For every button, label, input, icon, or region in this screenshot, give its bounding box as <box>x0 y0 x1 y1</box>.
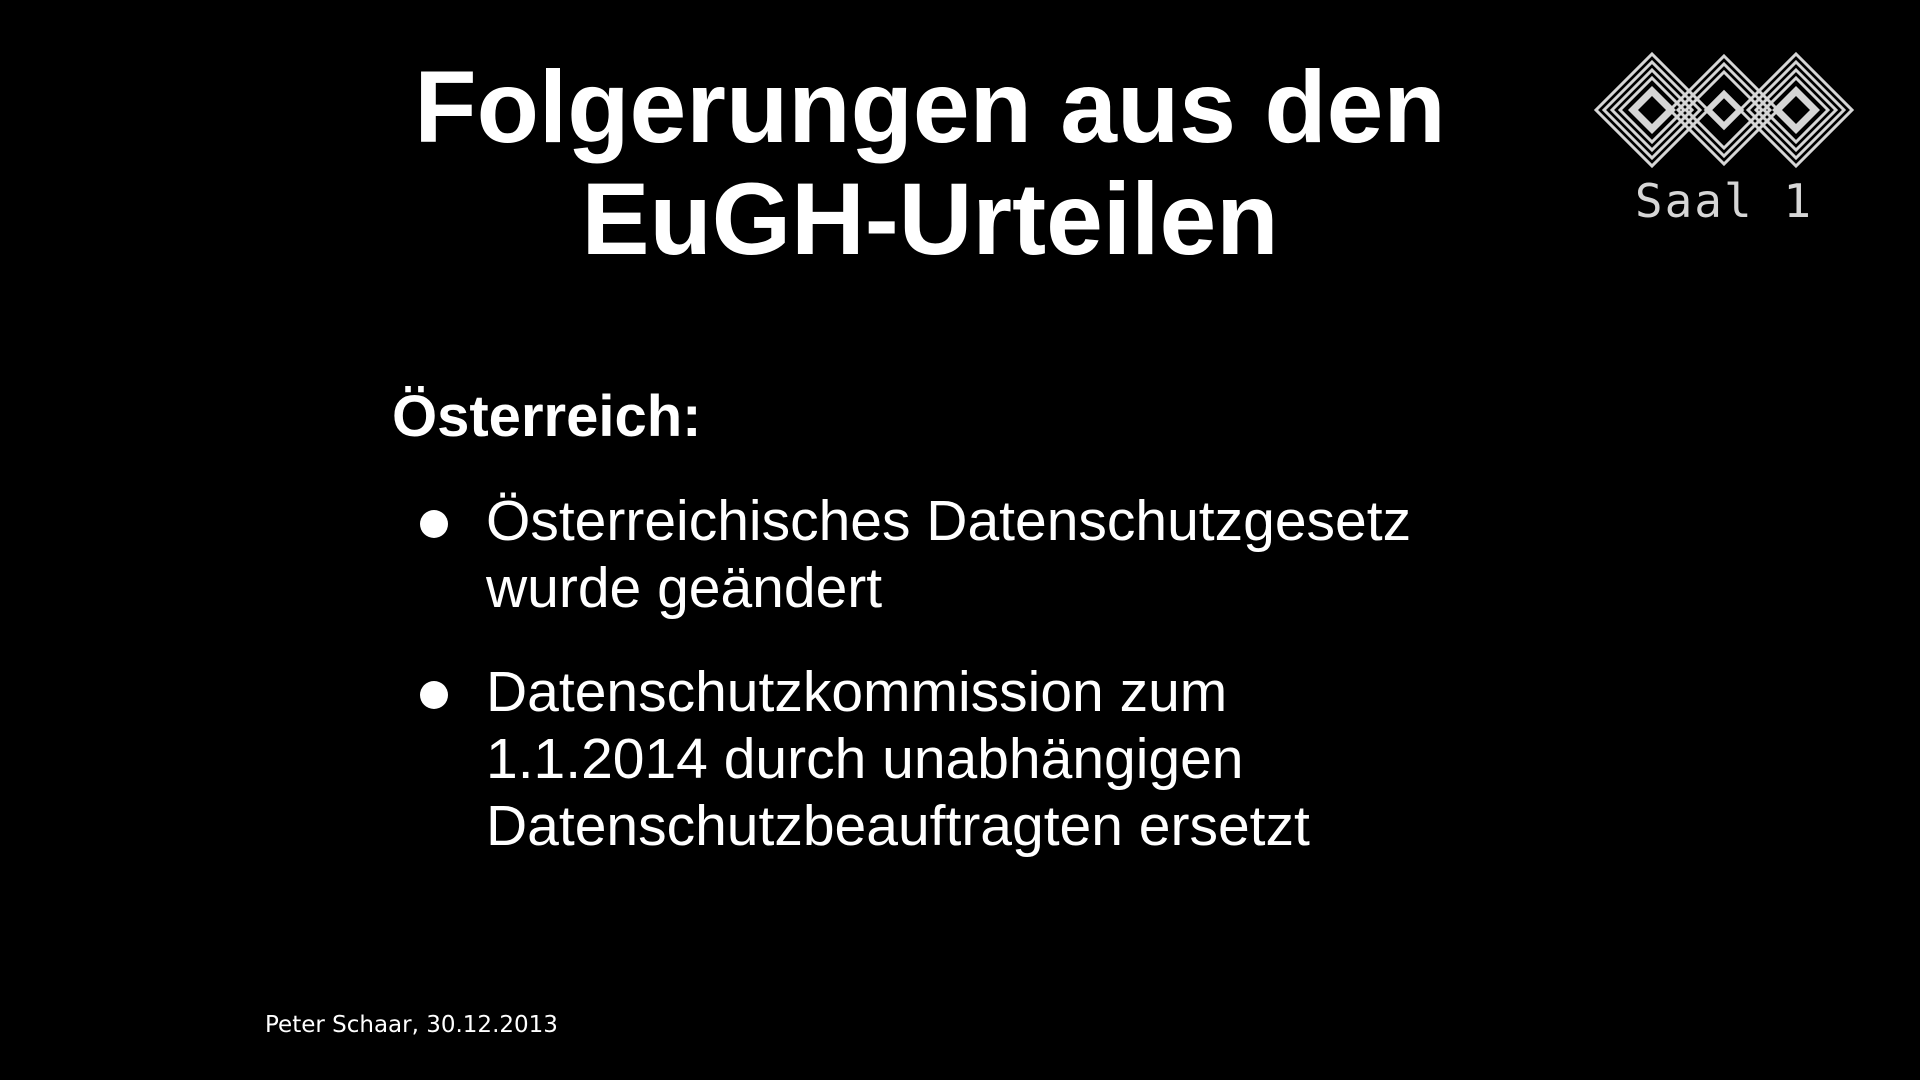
bullet-line: wurde geändert <box>486 556 883 620</box>
slide-footer: Peter Schaar, 30.12.2013 <box>265 1012 558 1038</box>
logo-caption: Saal 1 <box>1634 174 1814 228</box>
bullet-line: Datenschutzkommission zum <box>486 660 1228 724</box>
conference-logo: Saal 1 <box>1592 50 1856 240</box>
bullet-line: Österreichisches Datenschutzgesetz <box>486 489 1412 553</box>
bullet-text: Datenschutzkommission zum 1.1.2014 durch… <box>486 659 1310 860</box>
30c3-logo-icon <box>1593 51 1855 169</box>
bullet-line: 1.1.2014 durch unabhängigen <box>486 727 1244 791</box>
section-heading: Österreich: <box>392 384 702 449</box>
slide: Folgerungen aus den EuGH-Urteilen Saal 1… <box>0 0 1920 1080</box>
bullet-text: Österreichisches Datenschutzgesetz wurde… <box>486 488 1411 622</box>
bullet-dot-icon <box>420 510 448 538</box>
bullet-line: Datenschutzbeauftragten ersetzt <box>486 794 1310 858</box>
bullet-dot-icon <box>420 681 448 709</box>
